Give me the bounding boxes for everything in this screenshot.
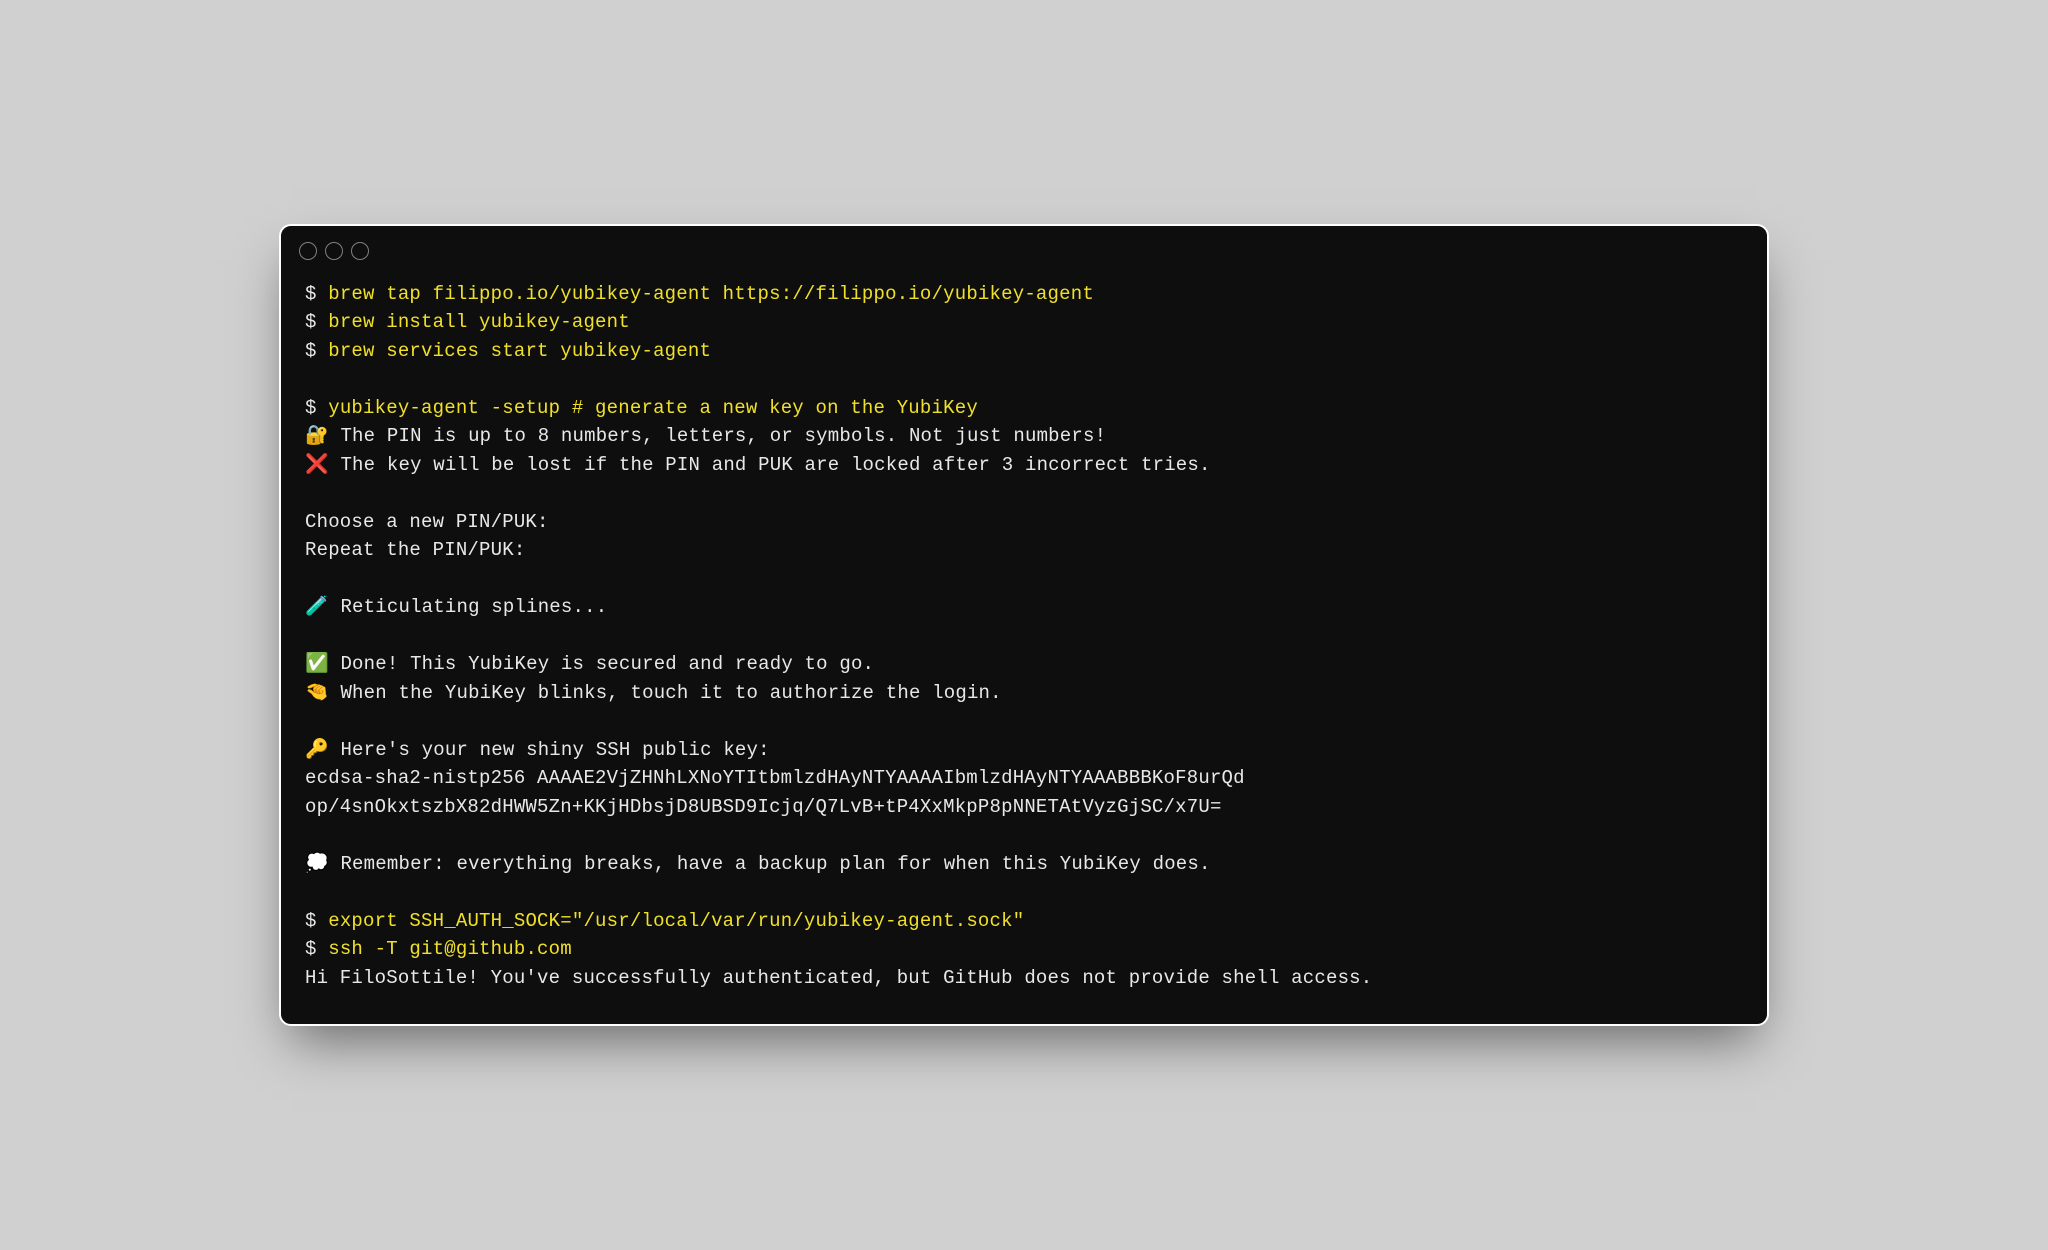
output-text: 💭 Remember: everything breaks, have a ba… bbox=[305, 853, 1211, 875]
terminal-line: $ ssh -T git@github.com bbox=[305, 935, 1743, 964]
output-text: ecdsa-sha2-nistp256 AAAAE2VjZHNhLXNoYTIt… bbox=[305, 767, 1245, 789]
command-text: ssh -T git@github.com bbox=[328, 938, 572, 960]
terminal-line: 🔑 Here's your new shiny SSH public key: bbox=[305, 736, 1743, 765]
output-text: 🧪 Reticulating splines... bbox=[305, 596, 607, 618]
minimize-button[interactable] bbox=[325, 242, 343, 260]
prompt: $ bbox=[305, 397, 328, 419]
prompt: $ bbox=[305, 283, 328, 305]
terminal-line bbox=[305, 878, 1743, 907]
terminal-line: Choose a new PIN/PUK: bbox=[305, 508, 1743, 537]
command-text: yubikey-agent -setup # generate a new ke… bbox=[328, 397, 978, 419]
terminal-line: 💭 Remember: everything breaks, have a ba… bbox=[305, 850, 1743, 879]
terminal-line bbox=[305, 565, 1743, 594]
terminal-line bbox=[305, 479, 1743, 508]
terminal-line: ✅ Done! This YubiKey is secured and read… bbox=[305, 650, 1743, 679]
terminal-line: 🤏 When the YubiKey blinks, touch it to a… bbox=[305, 679, 1743, 708]
maximize-button[interactable] bbox=[351, 242, 369, 260]
terminal-line: $ brew install yubikey-agent bbox=[305, 308, 1743, 337]
terminal-line: $ export SSH_AUTH_SOCK="/usr/local/var/r… bbox=[305, 907, 1743, 936]
prompt: $ bbox=[305, 311, 328, 333]
command-text: brew install yubikey-agent bbox=[328, 311, 630, 333]
terminal-content[interactable]: $ brew tap filippo.io/yubikey-agent http… bbox=[281, 260, 1767, 1025]
prompt: $ bbox=[305, 340, 328, 362]
terminal-line bbox=[305, 622, 1743, 651]
terminal-line: $ yubikey-agent -setup # generate a new … bbox=[305, 394, 1743, 423]
output-text: Repeat the PIN/PUK: bbox=[305, 539, 525, 561]
prompt: $ bbox=[305, 938, 328, 960]
window-titlebar bbox=[281, 226, 1767, 260]
close-button[interactable] bbox=[299, 242, 317, 260]
terminal-line: ❌ The key will be lost if the PIN and PU… bbox=[305, 451, 1743, 480]
terminal-line bbox=[305, 821, 1743, 850]
prompt: $ bbox=[305, 910, 328, 932]
terminal-line: 🔐 The PIN is up to 8 numbers, letters, o… bbox=[305, 422, 1743, 451]
terminal-line: 🧪 Reticulating splines... bbox=[305, 593, 1743, 622]
output-text: ✅ Done! This YubiKey is secured and read… bbox=[305, 653, 874, 675]
terminal-line: Hi FiloSottile! You've successfully auth… bbox=[305, 964, 1743, 993]
output-text: ❌ The key will be lost if the PIN and PU… bbox=[305, 454, 1211, 476]
output-text: Hi FiloSottile! You've successfully auth… bbox=[305, 967, 1372, 989]
output-text: 🔐 The PIN is up to 8 numbers, letters, o… bbox=[305, 425, 1106, 447]
command-text: export SSH_AUTH_SOCK="/usr/local/var/run… bbox=[328, 910, 1024, 932]
terminal-line bbox=[305, 365, 1743, 394]
terminal-line: $ brew services start yubikey-agent bbox=[305, 337, 1743, 366]
output-text: 🔑 Here's your new shiny SSH public key: bbox=[305, 739, 770, 761]
terminal-line: $ brew tap filippo.io/yubikey-agent http… bbox=[305, 280, 1743, 309]
output-text: 🤏 When the YubiKey blinks, touch it to a… bbox=[305, 682, 1002, 704]
output-text: op/4snOkxtszbX82dHWW5Zn+KKjHDbsjD8UBSD9I… bbox=[305, 796, 1222, 818]
terminal-window: $ brew tap filippo.io/yubikey-agent http… bbox=[279, 224, 1769, 1027]
terminal-line: Repeat the PIN/PUK: bbox=[305, 536, 1743, 565]
command-text: brew services start yubikey-agent bbox=[328, 340, 711, 362]
terminal-line bbox=[305, 707, 1743, 736]
command-text: brew tap filippo.io/yubikey-agent https:… bbox=[328, 283, 1094, 305]
output-text: Choose a new PIN/PUK: bbox=[305, 511, 549, 533]
terminal-line: ecdsa-sha2-nistp256 AAAAE2VjZHNhLXNoYTIt… bbox=[305, 764, 1743, 793]
terminal-line: op/4snOkxtszbX82dHWW5Zn+KKjHDbsjD8UBSD9I… bbox=[305, 793, 1743, 822]
